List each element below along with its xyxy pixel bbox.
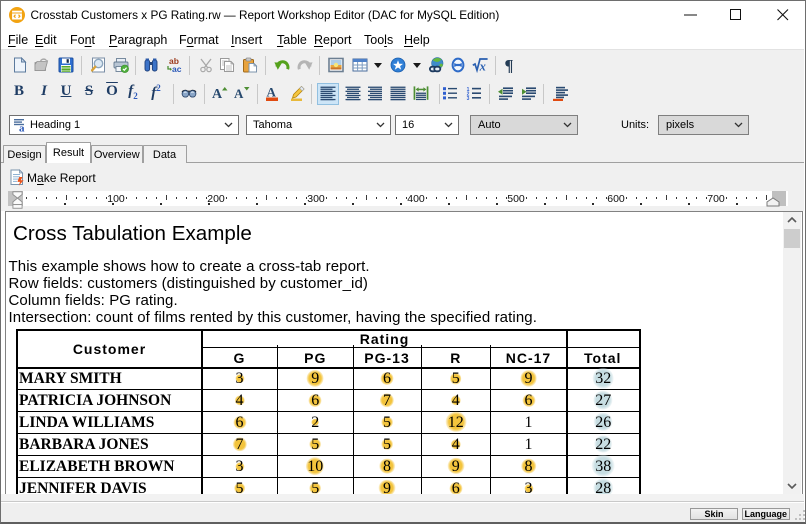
svg-text:A: A [267, 85, 277, 100]
svg-text:a: a [19, 122, 25, 132]
svg-text:3: 3 [467, 96, 470, 101]
svg-text:x: x [479, 60, 486, 74]
svg-text:¶: ¶ [505, 57, 514, 73]
svg-text:A: A [212, 87, 223, 101]
svg-text:A: A [234, 86, 244, 101]
svg-text:ac: ac [172, 64, 182, 73]
